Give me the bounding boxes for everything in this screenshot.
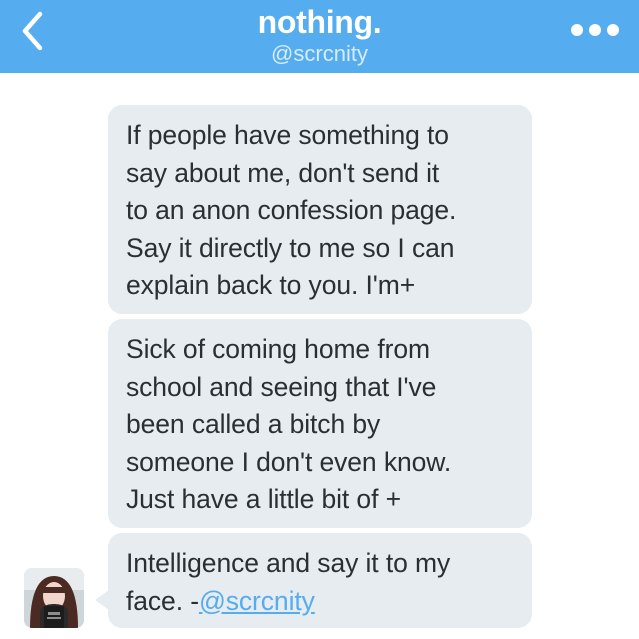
message-line: explain back to you. I'm+	[126, 270, 416, 300]
more-horizontal-icon	[571, 24, 583, 36]
message-line: school and seeing that I've	[126, 371, 437, 402]
conversation-title: nothing.	[257, 4, 382, 40]
avatar[interactable]	[24, 568, 84, 628]
more-options-button[interactable]	[565, 18, 625, 42]
more-horizontal-icon	[607, 24, 619, 36]
message-line: Just have a little bit of +	[126, 484, 401, 514]
message-bubble[interactable]: Sick of coming home from school and seei…	[108, 319, 532, 528]
conversation-handle: @scrcnity	[271, 41, 368, 66]
message-line: to an anon confession page.	[126, 195, 457, 225]
chevron-left-icon	[22, 11, 43, 51]
dm-conversation-screen: nothing. @scrcnity If people have someth…	[0, 0, 639, 639]
user-photo-icon	[24, 568, 84, 628]
back-button[interactable]	[10, 8, 56, 54]
message-line: Say it directly to me so I can	[126, 232, 455, 263]
message-line: been called a bitch by	[126, 409, 381, 439]
message-line: Intelligence and say it to my	[126, 548, 451, 578]
more-horizontal-icon	[589, 24, 601, 36]
message-text: face. -	[126, 585, 199, 616]
conversation-header: nothing. @scrcnity	[120, 0, 519, 67]
message-line: If people have something to	[126, 120, 449, 150]
message-line: someone I don't even know.	[126, 446, 452, 477]
bubble-tail	[95, 590, 109, 610]
message-bubble[interactable]: If people have something to say about me…	[108, 105, 532, 314]
navigation-bar: nothing. @scrcnity	[0, 0, 639, 73]
message-line: say about me, don't send it	[126, 157, 440, 188]
mention-link[interactable]: @scrcnity	[199, 586, 315, 616]
message-line-with-mention: face. -@scrcnity	[126, 583, 518, 621]
message-line: Sick of coming home from	[126, 334, 430, 364]
message-bubble[interactable]: Intelligence and say it to my face. -@sc…	[108, 533, 532, 628]
